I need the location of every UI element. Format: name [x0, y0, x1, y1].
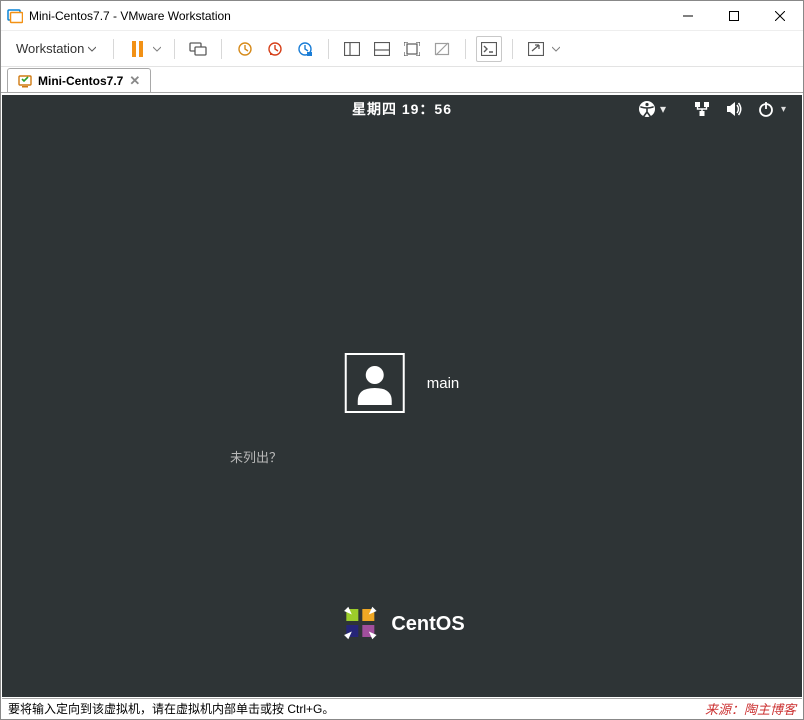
user-name-label: main: [427, 375, 460, 392]
fullscreen-button[interactable]: [523, 36, 549, 62]
centos-brand: CentOS: [339, 602, 464, 647]
snapshot-revert-button[interactable]: [262, 36, 288, 62]
chevron-down-icon: [552, 45, 560, 53]
separator: [465, 39, 466, 59]
separator: [512, 39, 513, 59]
system-menu[interactable]: ▾: [693, 95, 786, 123]
pause-icon: [132, 41, 143, 57]
network-icon: [693, 100, 711, 118]
fullscreen-dropdown[interactable]: [549, 36, 563, 62]
watermark: 来源：陶主博客: [705, 699, 796, 718]
separator: [328, 39, 329, 59]
send-ctrl-alt-del-button[interactable]: [185, 36, 211, 62]
volume-icon: [725, 100, 743, 118]
view-single-button[interactable]: [399, 36, 425, 62]
vm-tab-label: Mini-Centos7.7: [38, 74, 123, 88]
separator: [221, 39, 222, 59]
terminal-icon: [481, 42, 497, 56]
tab-strip: Mini-Centos7.7 ✕: [1, 67, 803, 93]
fullscreen-group: [523, 36, 563, 62]
unity-button[interactable]: [429, 36, 455, 62]
view-stacked-button[interactable]: [369, 36, 395, 62]
close-button[interactable]: [757, 1, 803, 31]
title-bar: Mini-Centos7.7 - VMware Workstation: [1, 1, 803, 31]
power-dropdown[interactable]: [150, 36, 164, 62]
not-listed-link[interactable]: 未列出？: [230, 447, 282, 466]
minimize-button[interactable]: [665, 1, 711, 31]
maximize-button[interactable]: [711, 1, 757, 31]
separator: [174, 39, 175, 59]
gnome-clock[interactable]: 星期四 19：56: [2, 95, 802, 123]
expand-icon: [528, 42, 544, 56]
centos-logo-icon: [339, 602, 381, 647]
tab-close-button[interactable]: ✕: [129, 74, 140, 87]
power-icon: [757, 100, 775, 118]
clock-manage-icon: [297, 41, 313, 57]
view-sidebyside-button[interactable]: [339, 36, 365, 62]
centos-brand-label: CentOS: [391, 613, 464, 636]
monitor-send-icon: [189, 41, 207, 57]
chevron-down-icon: [153, 45, 161, 53]
vm-tab[interactable]: Mini-Centos7.7 ✕: [7, 68, 151, 92]
vmware-logo-icon: [7, 8, 23, 24]
status-hint: 要将输入定向到该虚拟机，请在虚拟机内部单击或按 Ctrl+G。: [8, 700, 334, 717]
status-bar: 要将输入定向到该虚拟机，请在虚拟机内部单击或按 Ctrl+G。 来源：陶主博客: [2, 698, 802, 718]
pause-vm-button[interactable]: [124, 36, 150, 62]
power-group: [124, 36, 164, 62]
workstation-menu-label: Workstation: [16, 41, 84, 56]
clock-revert-icon: [267, 41, 283, 57]
avatar-icon: [345, 353, 405, 413]
accessibility-menu[interactable]: ▾: [638, 95, 666, 123]
clock-icon: [237, 41, 253, 57]
disabled-rect-icon: [434, 41, 450, 57]
guest-screen[interactable]: 星期四 19：56 ▾ ▾ main 未列出？: [2, 95, 802, 697]
split-vertical-icon: [344, 42, 360, 56]
console-button[interactable]: [476, 36, 502, 62]
window-controls: [665, 1, 803, 31]
focus-rect-icon: [404, 42, 420, 56]
command-bar: Workstation: [1, 31, 803, 67]
chevron-down-icon: ▾: [781, 104, 786, 115]
user-login-card[interactable]: main: [345, 353, 460, 413]
split-horizontal-icon: [374, 42, 390, 56]
snapshot-manager-button[interactable]: [292, 36, 318, 62]
workstation-menu[interactable]: Workstation: [9, 36, 103, 61]
separator: [113, 39, 114, 59]
accessibility-icon: [638, 100, 656, 118]
window-title: Mini-Centos7.7 - VMware Workstation: [29, 9, 231, 23]
chevron-down-icon: ▾: [660, 102, 666, 116]
chevron-down-icon: [88, 45, 96, 53]
vm-tab-icon: [18, 74, 32, 88]
snapshot-take-button[interactable]: [232, 36, 258, 62]
